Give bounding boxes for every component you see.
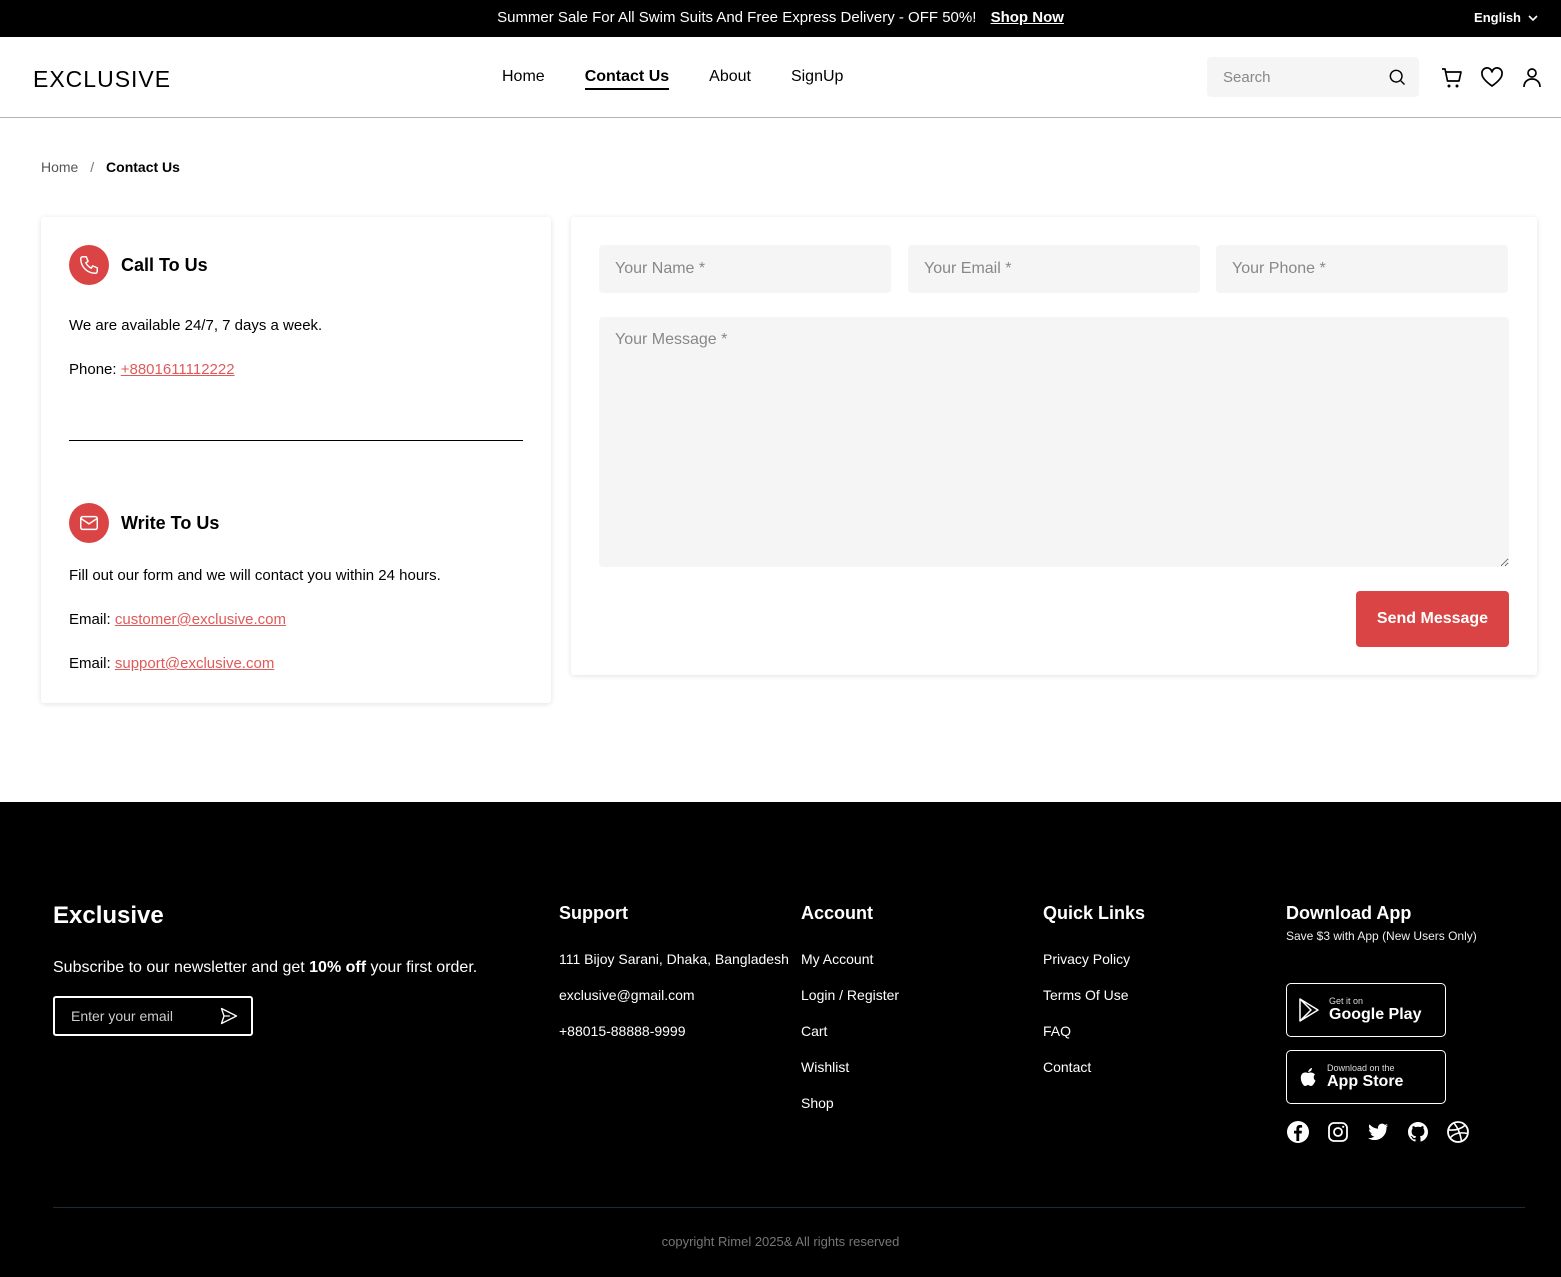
site-header: EXCLUSIVE Home Contact Us About SignUp xyxy=(0,37,1561,118)
footer-link-wishlist[interactable]: Wishlist xyxy=(801,1059,899,1095)
footer-quick-links: Quick Links Privacy Policy Terms Of Use … xyxy=(1043,903,1145,1095)
email-link-customer[interactable]: customer@exclusive.com xyxy=(115,611,286,628)
nav-home[interactable]: Home xyxy=(502,68,545,90)
footer-download: Download App Save $3 with App (New Users… xyxy=(1286,903,1477,1144)
mail-icon xyxy=(69,503,109,543)
footer-brand: Exclusive xyxy=(53,902,164,929)
heart-icon[interactable] xyxy=(1480,66,1504,90)
nav-about[interactable]: About xyxy=(709,68,751,90)
phone-field[interactable] xyxy=(1216,245,1508,293)
email-label: Email: xyxy=(69,655,111,672)
header-actions xyxy=(1440,66,1544,90)
main-nav: Home Contact Us About SignUp xyxy=(502,68,843,90)
facebook-icon[interactable] xyxy=(1286,1120,1310,1144)
google-play-caption: Get it on xyxy=(1329,996,1364,1006)
footer-link-my-account[interactable]: My Account xyxy=(801,951,899,987)
send-message-button[interactable]: Send Message xyxy=(1356,591,1509,647)
copyright-text: copyright Rimel 2025& All rights reserve… xyxy=(661,1234,900,1249)
support-title: Support xyxy=(559,903,628,923)
footer-link-cart[interactable]: Cart xyxy=(801,1023,899,1059)
social-links xyxy=(1286,1120,1477,1144)
footer-divider xyxy=(53,1207,1525,1208)
footer-link-shop[interactable]: Shop xyxy=(801,1095,899,1131)
quick-links-title: Quick Links xyxy=(1043,903,1146,923)
phone-label: Phone: xyxy=(69,361,117,378)
language-label: English xyxy=(1474,10,1521,25)
github-icon[interactable] xyxy=(1406,1120,1430,1144)
google-play-icon xyxy=(1299,998,1319,1022)
newsletter-form xyxy=(53,996,253,1036)
footer-link-privacy[interactable]: Privacy Policy xyxy=(1043,951,1145,987)
support-email[interactable]: exclusive@gmail.com xyxy=(559,987,789,1023)
phone-link[interactable]: +8801611112222 xyxy=(121,361,235,378)
newsletter-text: Subscribe to our newsletter and get 10% … xyxy=(53,959,477,977)
twitter-icon[interactable] xyxy=(1366,1120,1390,1144)
footer-support: Support 111 Bijoy Sarani, Dhaka, Banglad… xyxy=(559,903,789,1059)
breadcrumb-current: Contact Us xyxy=(106,159,180,175)
contact-form-card: Send Message xyxy=(571,217,1537,675)
email-link-support[interactable]: support@exclusive.com xyxy=(115,655,274,672)
breadcrumb-home[interactable]: Home xyxy=(41,159,78,175)
user-icon[interactable] xyxy=(1520,66,1544,90)
newsletter-discount: 10% off xyxy=(309,959,367,976)
download-title: Download App xyxy=(1286,903,1412,923)
breadcrumb-separator: / xyxy=(90,159,95,175)
google-play-button[interactable]: Get it on Google Play xyxy=(1286,983,1446,1037)
call-title: Call To Us xyxy=(121,254,208,275)
cart-icon[interactable] xyxy=(1440,66,1464,90)
call-availability: We are available 24/7, 7 days a week. xyxy=(69,317,323,334)
app-store-button[interactable]: Download on the App Store xyxy=(1286,1050,1446,1104)
shop-now-link[interactable]: Shop Now xyxy=(991,9,1064,26)
site-footer: Exclusive Subscribe to our newsletter an… xyxy=(0,802,1561,1277)
contact-info-card: Call To Us We are available 24/7, 7 days… xyxy=(41,217,551,703)
footer-link-terms[interactable]: Terms Of Use xyxy=(1043,987,1145,1023)
language-selector[interactable]: English xyxy=(1474,10,1539,25)
chevron-down-icon xyxy=(1528,14,1538,21)
dribbble-icon[interactable] xyxy=(1446,1120,1470,1144)
name-field[interactable] xyxy=(599,245,891,293)
footer-link-login-register[interactable]: Login / Register xyxy=(801,987,899,1023)
support-address: 111 Bijoy Sarani, Dhaka, Bangladesh xyxy=(559,951,789,967)
support-phone[interactable]: +88015-88888-9999 xyxy=(559,1023,789,1059)
footer-link-contact[interactable]: Contact xyxy=(1043,1059,1145,1095)
email-label: Email: xyxy=(69,611,111,628)
app-store-label: App Store xyxy=(1327,1073,1404,1090)
app-store-caption: Download on the xyxy=(1327,1063,1395,1073)
call-section-header: Call To Us xyxy=(69,245,208,285)
footer-link-faq[interactable]: FAQ xyxy=(1043,1023,1145,1059)
email-field[interactable] xyxy=(908,245,1200,293)
site-logo[interactable]: EXCLUSIVE xyxy=(33,66,171,93)
breadcrumb: Home / Contact Us xyxy=(41,159,180,175)
newsletter-text-pre: Subscribe to our newsletter and get xyxy=(53,959,305,976)
newsletter-text-post: your first order. xyxy=(370,959,478,976)
search-input[interactable] xyxy=(1223,68,1387,86)
newsletter-email-input[interactable] xyxy=(71,1008,219,1024)
nav-contact-us[interactable]: Contact Us xyxy=(584,68,670,90)
section-divider xyxy=(69,440,523,441)
footer-account: Account My Account Login / Register Cart… xyxy=(801,903,899,1131)
search-icon[interactable] xyxy=(1387,67,1407,87)
apple-icon xyxy=(1300,1068,1316,1086)
download-subtitle: Save $3 with App (New Users Only) xyxy=(1286,929,1477,943)
google-play-label: Google Play xyxy=(1329,1006,1422,1023)
promo-text: Summer Sale For All Swim Suits And Free … xyxy=(497,9,977,26)
search-box xyxy=(1207,57,1419,97)
promo-banner: Summer Sale For All Swim Suits And Free … xyxy=(0,9,1561,26)
phone-icon xyxy=(69,245,109,285)
account-title: Account xyxy=(801,903,873,923)
write-section-header: Write To Us xyxy=(69,503,219,543)
write-title: Write To Us xyxy=(121,512,220,533)
nav-signup[interactable]: SignUp xyxy=(791,68,843,90)
announcement-bar: Summer Sale For All Swim Suits And Free … xyxy=(0,0,1561,37)
send-icon[interactable] xyxy=(219,1006,239,1026)
write-description: Fill out our form and we will contact yo… xyxy=(69,567,441,584)
email-line-1: Email: customer@exclusive.com xyxy=(69,611,286,628)
instagram-icon[interactable] xyxy=(1326,1120,1350,1144)
email-line-2: Email: support@exclusive.com xyxy=(69,655,274,672)
phone-line: Phone: +8801611112222 xyxy=(69,361,235,378)
message-field[interactable] xyxy=(599,317,1509,567)
